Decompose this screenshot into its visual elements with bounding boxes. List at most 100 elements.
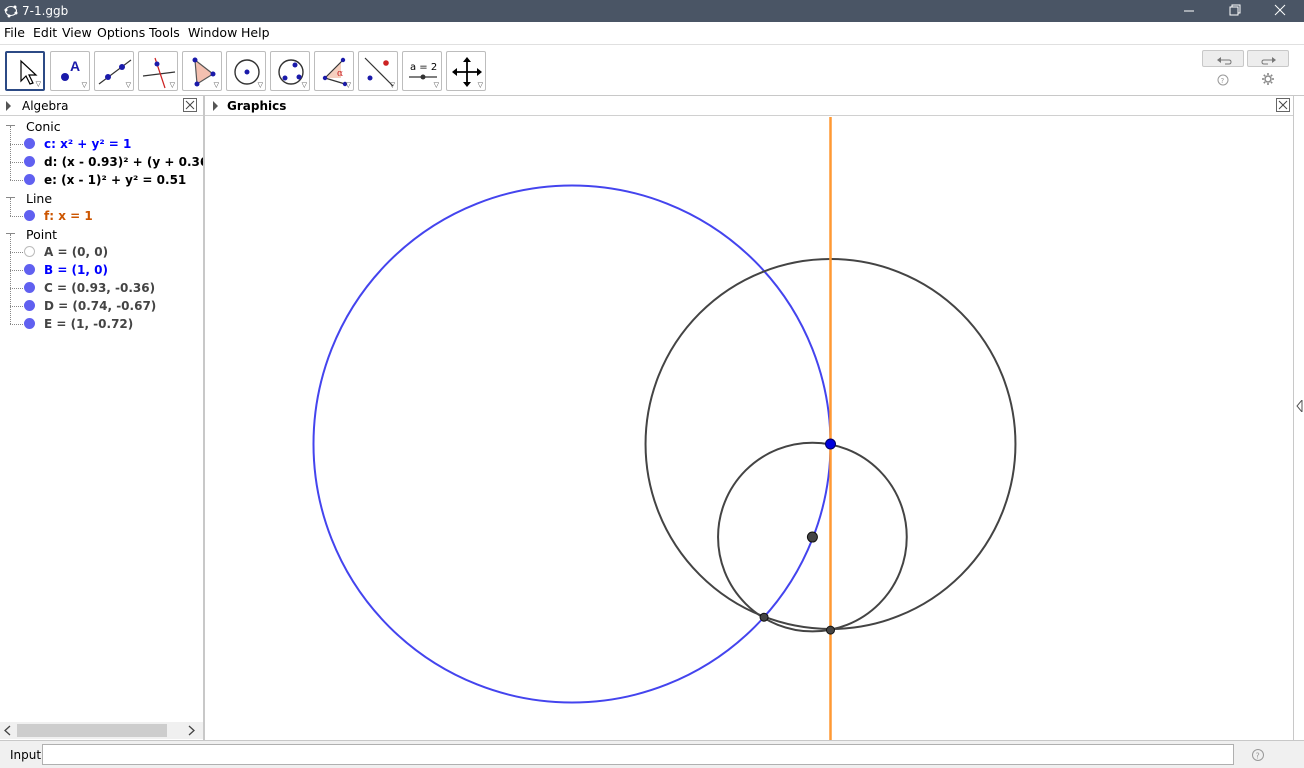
visibility-toggle-dot[interactable]	[24, 282, 35, 293]
tree-line	[10, 288, 23, 289]
menu-edit[interactable]: Edit	[33, 25, 57, 40]
algebra-view-header: Algebra	[0, 96, 203, 116]
angle-tool-label: α	[337, 69, 343, 79]
collapse-triangle-icon[interactable]	[5, 101, 13, 111]
slider-tool-label: a = 2	[410, 62, 437, 73]
tree-line	[10, 270, 23, 271]
polygon-tool-button[interactable]: ▽	[182, 51, 222, 91]
expand-panel-icon[interactable]	[1296, 400, 1304, 412]
scroll-right-icon[interactable]	[186, 725, 196, 736]
help-icon[interactable]: ?	[1216, 73, 1230, 87]
algebra-item[interactable]: A = (0, 0)	[0, 234, 203, 261]
visibility-toggle-dot[interactable]	[24, 318, 35, 329]
algebra-horizontal-scrollbar[interactable]	[0, 722, 203, 739]
tree-line	[10, 288, 11, 306]
tree-line	[10, 180, 23, 181]
algebra-item-text[interactable]: f: x = 1	[44, 209, 93, 223]
close-icon	[1274, 4, 1286, 16]
graphics-canvas[interactable]	[205, 117, 1293, 740]
restore-icon	[1229, 4, 1241, 16]
menu-view[interactable]: View	[62, 25, 92, 40]
redo-icon	[1261, 57, 1276, 65]
title-bar: 7-1.ggb	[0, 0, 1304, 22]
algebra-item[interactable]: d: (x - 0.93)² + (y + 0.36)² = 0	[0, 144, 203, 171]
algebra-category-line[interactable]: Line	[0, 189, 203, 207]
move-tool-button[interactable]: ▽	[5, 51, 45, 91]
algebra-item-text[interactable]: B = (1, 0)	[44, 263, 108, 277]
algebra-item-text[interactable]: e: (x - 1)² + y² = 0.51	[44, 173, 186, 187]
point-d[interactable]	[759, 612, 769, 622]
input-bar: Input: ?	[0, 740, 1304, 768]
slider-tool-button[interactable]: a = 2 ▽	[402, 51, 442, 91]
algebra-item[interactable]: E = (1, -0.72)	[0, 306, 203, 333]
algebra-category-point[interactable]: Point	[0, 225, 203, 243]
undo-button[interactable]	[1202, 50, 1244, 67]
point-c[interactable]	[806, 531, 818, 543]
angle-tool-button[interactable]: α ▽	[314, 51, 354, 91]
tree-line	[10, 324, 23, 325]
input-field[interactable]	[42, 744, 1234, 765]
close-graphics-view-button[interactable]	[1276, 98, 1290, 112]
tree-line	[10, 198, 11, 216]
tree-line	[10, 270, 11, 288]
graphics-view[interactable]	[205, 117, 1293, 740]
point-tool-button[interactable]: A ▽	[50, 51, 90, 91]
algebra-item-text[interactable]: D = (0.74, -0.67)	[44, 299, 156, 313]
point-b[interactable]	[825, 438, 836, 450]
circle-three-points-tool-button[interactable]: ▽	[270, 51, 310, 91]
algebra-category-label: Point	[26, 227, 58, 242]
algebra-item[interactable]: B = (1, 0)	[0, 252, 203, 279]
algebra-view: Conic c: x² + y² = 1 d: (x - 0.93)² + (y +…	[0, 117, 203, 722]
line-tool-button[interactable]: ▽	[94, 51, 134, 91]
circle-center-tool-button[interactable]: ▽	[226, 51, 266, 91]
menu-options[interactable]: Options	[97, 25, 145, 40]
menu-window[interactable]: Window	[188, 25, 237, 40]
input-help-icon[interactable]: ?	[1251, 748, 1265, 762]
toolbar: ▽ A ▽ ▽ ▽ ▽ ▽ ▽ α ▽ ▽ a = 2 ▽ ▽ ?	[0, 44, 1304, 96]
algebra-item-text[interactable]: E = (1, -0.72)	[44, 317, 133, 331]
point-tool-label: A	[70, 58, 80, 74]
point-e[interactable]	[826, 625, 835, 635]
collapse-triangle-icon[interactable]	[212, 101, 220, 111]
move-graphics-tool-button[interactable]: ▽	[446, 51, 486, 91]
scroll-thumb[interactable]	[17, 724, 167, 737]
restore-button[interactable]	[1212, 0, 1258, 22]
window-title: 7-1.ggb	[22, 4, 69, 18]
close-algebra-view-button[interactable]	[183, 98, 197, 112]
tree-line	[10, 216, 23, 217]
tree-line	[10, 162, 11, 180]
minimize-button[interactable]	[1166, 0, 1212, 22]
visibility-toggle-dot[interactable]	[24, 300, 35, 311]
menu-tools[interactable]: Tools	[149, 25, 180, 40]
algebra-item-text[interactable]: C = (0.93, -0.36)	[44, 281, 155, 295]
reflect-tool-button[interactable]: ▽	[358, 51, 398, 91]
circle-c[interactable]	[312, 184, 832, 704]
algebra-item[interactable]: f: x = 1	[0, 198, 203, 225]
menu-help[interactable]: Help	[241, 25, 270, 40]
settings-gear-icon[interactable]	[1261, 72, 1275, 86]
close-icon	[1278, 100, 1288, 110]
redo-button[interactable]	[1247, 50, 1289, 67]
algebra-item-text[interactable]: A = (0, 0)	[44, 245, 108, 259]
algebra-category-conic[interactable]: Conic	[0, 117, 203, 135]
algebra-item[interactable]: D = (0.74, -0.67)	[0, 288, 203, 315]
visibility-toggle-dot[interactable]	[24, 138, 35, 149]
visibility-toggle-dot[interactable]	[24, 246, 35, 257]
tree-line	[10, 306, 23, 307]
tree-line	[10, 126, 11, 144]
visibility-toggle-dot[interactable]	[24, 156, 35, 167]
perpendicular-tool-button[interactable]: ▽	[138, 51, 178, 91]
algebra-item[interactable]: C = (0.93, -0.36)	[0, 270, 203, 297]
tree-line	[10, 144, 23, 145]
visibility-toggle-dot[interactable]	[24, 174, 35, 185]
algebra-item-text[interactable]: c: x² + y² = 1	[44, 137, 131, 151]
menu-file[interactable]: File	[4, 25, 25, 40]
visibility-toggle-dot[interactable]	[24, 210, 35, 221]
algebra-item[interactable]: e: (x - 1)² + y² = 0.51	[0, 162, 203, 189]
algebra-item[interactable]: c: x² + y² = 1	[0, 126, 203, 153]
side-panel-strip	[1293, 96, 1304, 740]
visibility-toggle-dot[interactable]	[24, 264, 35, 275]
scroll-left-icon[interactable]	[3, 725, 13, 736]
algebra-item-text[interactable]: d: (x - 0.93)² + (y + 0.36)² = 0	[44, 155, 203, 169]
close-window-button[interactable]	[1258, 0, 1304, 22]
